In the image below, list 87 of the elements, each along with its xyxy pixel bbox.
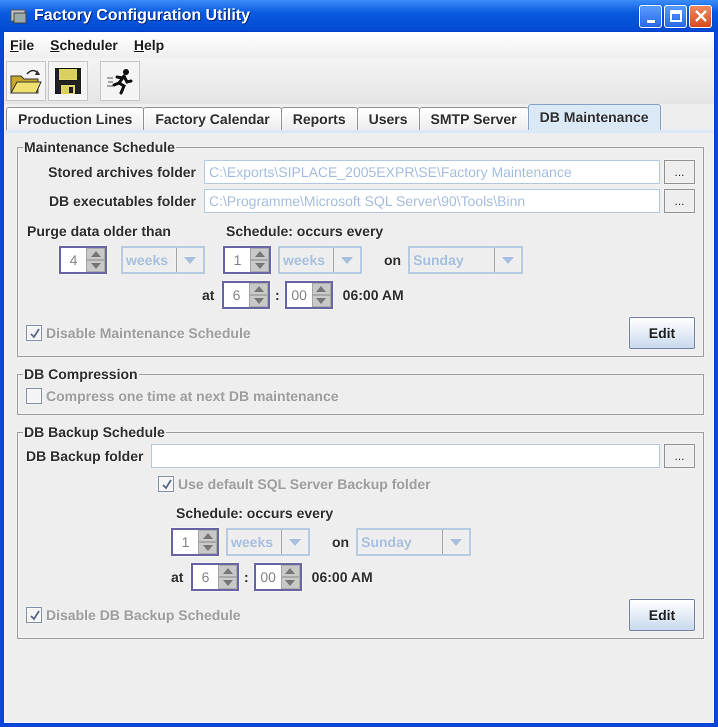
- number-spinner[interactable]: 00: [284, 281, 333, 309]
- spin-down-button[interactable]: [86, 260, 105, 272]
- spin-up-button[interactable]: [312, 283, 331, 295]
- menu-item[interactable]: File: [10, 37, 34, 53]
- down-arrow-icon: [285, 580, 296, 586]
- number-spinner[interactable]: 6: [191, 563, 239, 591]
- time-separator: :: [244, 569, 249, 585]
- field-label: DB Backup folder: [26, 448, 144, 464]
- checkbox-label: Disable DB Backup Schedule: [46, 607, 241, 623]
- at-label: at: [171, 569, 184, 585]
- spin-up-button[interactable]: [280, 565, 300, 577]
- path-field[interactable]: [151, 444, 660, 468]
- spin-up-button[interactable]: [198, 530, 217, 542]
- open-button[interactable]: [6, 61, 46, 101]
- down-arrow-icon: [254, 298, 264, 304]
- at-label: at: [202, 287, 216, 303]
- spin-down-button[interactable]: [249, 295, 268, 307]
- group-title: Maintenance Schedule: [23, 139, 176, 155]
- running-figure-icon: [105, 66, 135, 96]
- maximize-button[interactable]: [664, 4, 687, 28]
- on-label: on: [384, 252, 402, 268]
- check-icon: [28, 610, 40, 620]
- time-text: 06:00 AM: [342, 287, 404, 303]
- caret-icon: [289, 538, 301, 546]
- up-arrow-icon: [254, 251, 264, 257]
- schedule-label: Schedule: occurs every: [226, 223, 384, 239]
- time-separator: :: [275, 287, 280, 303]
- menu-item[interactable]: Help: [134, 37, 164, 53]
- number-spinner[interactable]: 4: [59, 246, 107, 274]
- checkbox-label: Use default SQL Server Backup folder: [178, 476, 431, 492]
- spin-up-button[interactable]: [249, 283, 268, 295]
- number-spinner[interactable]: 1: [223, 246, 271, 274]
- group-title: DB Backup Schedule: [23, 424, 166, 440]
- field-label: DB executables folder: [48, 193, 196, 209]
- down-arrow-icon: [222, 580, 232, 586]
- spin-down-button[interactable]: [250, 260, 269, 272]
- spin-down-button[interactable]: [198, 542, 217, 554]
- up-arrow-icon: [254, 286, 264, 292]
- spin-down-button[interactable]: [218, 577, 237, 589]
- run-button[interactable]: [100, 61, 140, 101]
- checkbox-label: Compress one time at next DB maintenance: [46, 388, 339, 404]
- on-label: on: [332, 534, 350, 550]
- app-icon: [10, 7, 28, 25]
- check-icon: [160, 478, 172, 490]
- window-title: Factory Configuration Utility: [34, 7, 251, 25]
- edit-button[interactable]: Edit: [629, 317, 695, 349]
- up-arrow-icon: [316, 286, 326, 292]
- up-arrow-icon: [202, 533, 212, 539]
- minimize-button[interactable]: [639, 4, 662, 28]
- caret-icon: [341, 256, 353, 264]
- save-button[interactable]: [48, 61, 88, 101]
- menu-item[interactable]: Scheduler: [50, 37, 118, 53]
- maximize-icon: [670, 10, 682, 22]
- number-spinner[interactable]: 00: [254, 563, 302, 591]
- up-arrow-icon: [285, 568, 296, 574]
- spin-up-button[interactable]: [218, 565, 237, 577]
- down-arrow-icon: [90, 263, 100, 269]
- check-icon: [28, 328, 40, 338]
- spin-down-button[interactable]: [312, 295, 331, 307]
- down-arrow-icon: [254, 263, 264, 269]
- caret-icon: [450, 538, 462, 546]
- purge-label: Purge data older than: [27, 223, 172, 239]
- down-arrow-icon: [316, 298, 326, 304]
- close-icon: [694, 10, 706, 22]
- group-title: DB Compression: [23, 366, 139, 382]
- up-arrow-icon: [222, 568, 232, 574]
- tab[interactable]: Factory Calendar: [143, 107, 282, 130]
- minimize-icon: [646, 20, 654, 22]
- close-button[interactable]: [689, 4, 712, 28]
- tab[interactable]: Reports: [280, 107, 358, 130]
- spin-down-button[interactable]: [280, 577, 300, 589]
- caret-icon: [184, 256, 196, 264]
- spin-up-button[interactable]: [250, 248, 269, 260]
- spin-up-button[interactable]: [86, 248, 105, 260]
- down-arrow-icon: [202, 545, 212, 551]
- schedule-label: Schedule: occurs every: [176, 505, 334, 521]
- up-arrow-icon: [90, 251, 100, 257]
- browse-button[interactable]: ...: [664, 444, 695, 468]
- number-spinner[interactable]: 6: [222, 281, 270, 309]
- field-label: Stored archives folder: [47, 164, 196, 180]
- number-spinner[interactable]: 1: [171, 528, 219, 556]
- time-text: 06:00 AM: [312, 569, 373, 585]
- checkbox-label: Disable Maintenance Schedule: [46, 325, 251, 341]
- tab[interactable]: DB Maintenance: [528, 104, 661, 130]
- tab[interactable]: Production Lines: [6, 107, 144, 130]
- caret-icon: [502, 256, 514, 264]
- edit-button[interactable]: Edit: [629, 599, 695, 631]
